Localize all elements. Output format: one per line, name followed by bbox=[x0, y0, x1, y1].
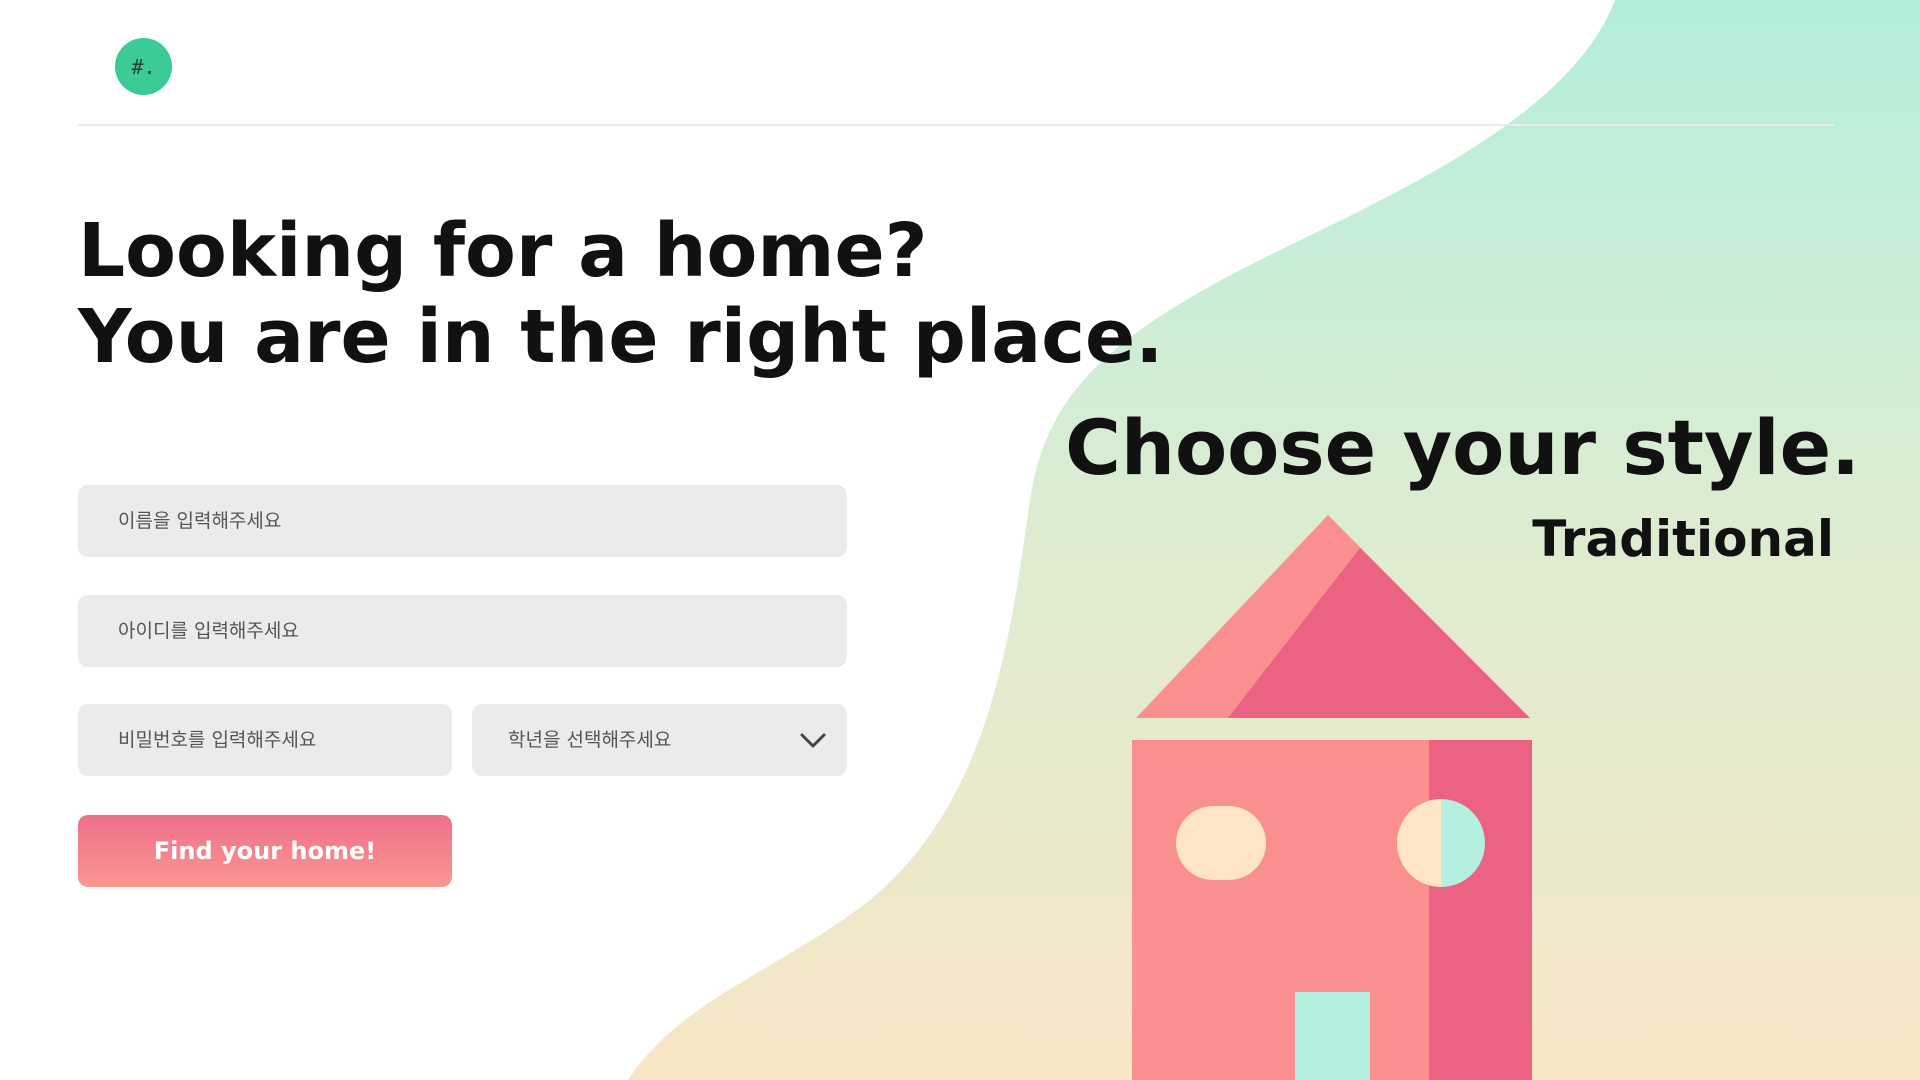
logo[interactable]: #. bbox=[115, 38, 172, 95]
name-input[interactable] bbox=[78, 485, 847, 557]
header-divider bbox=[78, 124, 1834, 126]
grade-select-label: 학년을 선택해주세요 bbox=[508, 729, 672, 751]
house-roof bbox=[1136, 515, 1530, 718]
style-section-title: Choose your style. bbox=[1065, 403, 1860, 492]
grade-select[interactable]: 학년을 선택해주세요 bbox=[472, 704, 847, 776]
password-input[interactable] bbox=[78, 704, 452, 776]
hero-line-2: You are in the right place. bbox=[78, 294, 1164, 380]
house-window-left bbox=[1176, 806, 1266, 880]
find-home-button[interactable]: Find your home! bbox=[78, 815, 452, 887]
id-input[interactable] bbox=[78, 595, 847, 667]
house-window-right bbox=[1397, 799, 1485, 887]
chevron-down-icon bbox=[800, 733, 826, 748]
style-name: Traditional bbox=[1532, 510, 1834, 568]
house-illustration bbox=[1132, 515, 1532, 1080]
hero-line-1: Looking for a home? bbox=[78, 208, 928, 294]
house-door bbox=[1295, 992, 1370, 1080]
hero-headline: Looking for a home? You are in the right… bbox=[78, 208, 1163, 380]
